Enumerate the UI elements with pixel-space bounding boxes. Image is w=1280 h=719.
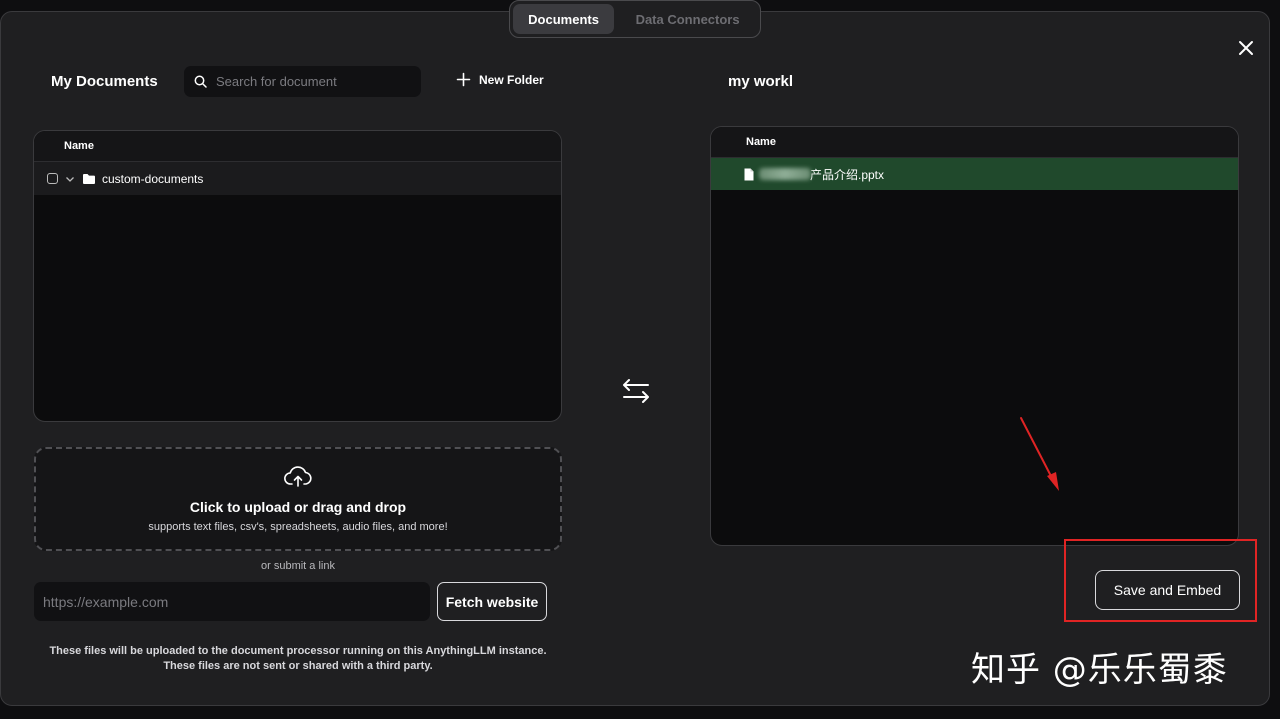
workspace-table-header: Name: [711, 127, 1238, 158]
chevron-down-icon[interactable]: [64, 173, 76, 185]
workspace-file-name: 产品介绍.pptx: [810, 167, 885, 182]
notice-line-2: These files are not sent or shared with …: [163, 660, 433, 672]
tab-data-connectors[interactable]: Data Connectors: [618, 4, 757, 34]
upload-notice: These files will be uploaded to the docu…: [1, 644, 595, 674]
or-submit-link-label: or submit a link: [261, 560, 335, 572]
workspace-file-row[interactable]: 产品介绍.pptx: [711, 158, 1238, 190]
folder-checkbox[interactable]: [47, 173, 58, 184]
redacted-text: [759, 168, 811, 180]
save-and-embed-button[interactable]: Save and Embed: [1095, 570, 1240, 610]
folder-icon: [83, 173, 95, 184]
search-icon: [194, 75, 207, 88]
search-bar[interactable]: [184, 66, 421, 97]
swap-arrows-icon: [623, 379, 649, 403]
column-name: Name: [64, 140, 94, 152]
close-icon: [1239, 41, 1253, 55]
upload-subtitle: supports text files, csv's, spreadsheets…: [148, 521, 448, 533]
cloud-upload-icon: [284, 466, 312, 487]
new-folder-label: New Folder: [479, 72, 544, 87]
notice-line-1: These files will be uploaded to the docu…: [49, 645, 547, 657]
file-icon: [744, 168, 754, 180]
search-input[interactable]: [216, 74, 406, 89]
my-documents-panel: Name custom-documents: [33, 130, 562, 422]
workspace-title: my workl: [728, 73, 794, 90]
upload-title: Click to upload or drag and drop: [189, 499, 407, 515]
folder-row[interactable]: custom-documents: [34, 162, 561, 195]
upload-dropzone[interactable]: Click to upload or drag and drop support…: [34, 447, 562, 551]
url-input[interactable]: [34, 582, 430, 621]
workspace-column-name: Name: [746, 136, 776, 148]
new-folder-button[interactable]: New Folder: [456, 72, 544, 87]
workspace-panel: Name 产品介绍.pptx: [710, 126, 1239, 546]
tab-documents[interactable]: Documents: [513, 4, 615, 34]
fetch-website-button[interactable]: Fetch website: [437, 582, 547, 621]
close-button[interactable]: [1235, 38, 1257, 60]
watermark: 知乎 @乐乐蜀黍: [971, 650, 1228, 690]
tab-bar: Documents Data Connectors: [509, 0, 761, 38]
annotation-arrow: [1020, 417, 1059, 491]
table-header: Name: [34, 131, 561, 162]
documents-modal: My Documents New Folder Name custom-docu…: [0, 11, 1270, 706]
folder-name: custom-documents: [102, 171, 204, 186]
my-documents-title: My Documents: [51, 73, 158, 90]
plus-icon: [456, 72, 471, 87]
